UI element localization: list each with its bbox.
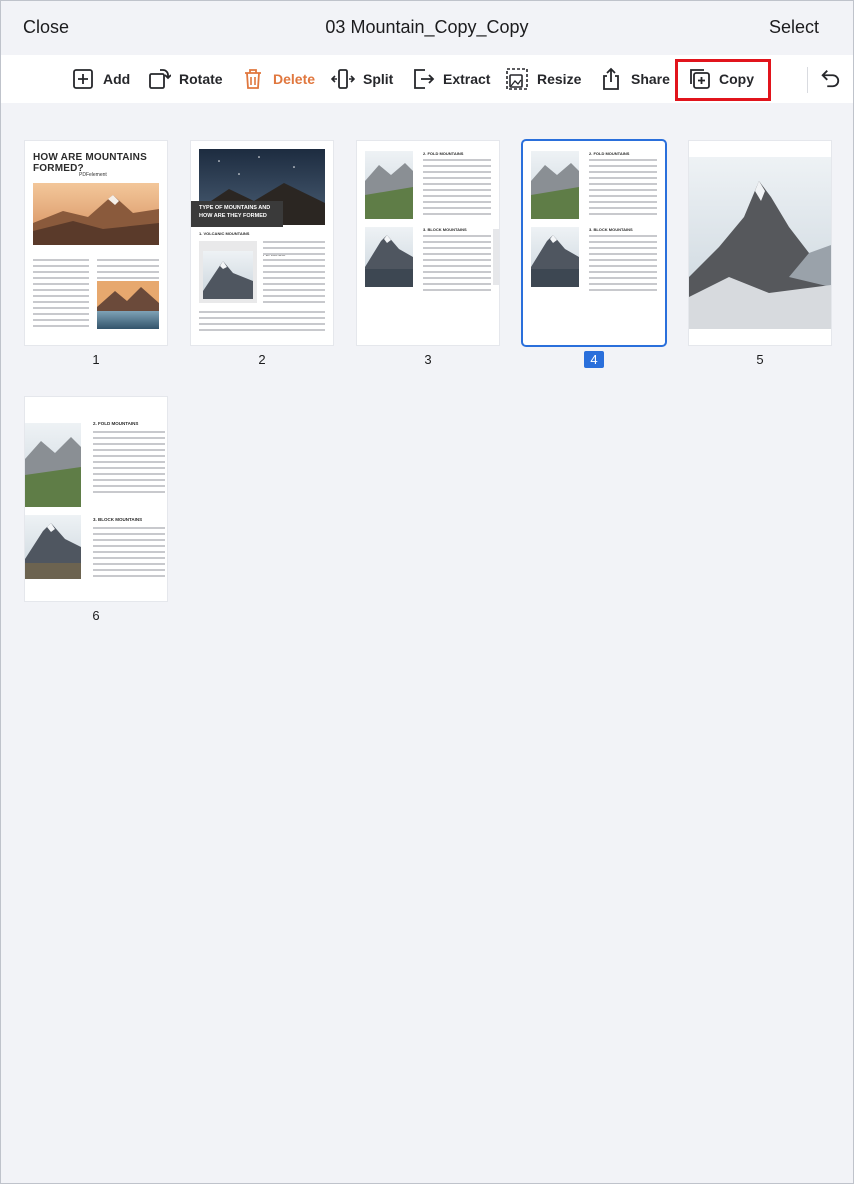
- document-title: 03 Mountain_Copy_Copy: [325, 17, 529, 37]
- page-6-section-2: 3. BLOCK MOUNTAINS: [93, 517, 143, 522]
- trash-icon: [245, 69, 261, 89]
- share-label: Share: [631, 71, 670, 87]
- page-number-3: 3: [424, 352, 432, 367]
- page-1-brand: PDFelement: [79, 172, 107, 178]
- resize-label: Resize: [537, 71, 582, 87]
- page-3-scrollbar: [493, 229, 499, 285]
- extract-label: Extract: [443, 71, 491, 87]
- page-2-heading: TYPE OF MOUNTAINS AND HOW ARE THEY FORME…: [199, 205, 271, 219]
- page-3-section-1: 2. FOLD MOUNTAINS: [423, 151, 464, 156]
- rotate-button[interactable]: Rotate: [147, 65, 223, 93]
- page-3-section-2: 3. BLOCK MOUNTAINS: [423, 227, 467, 232]
- add-page-icon: [73, 69, 93, 89]
- page-thumbnail-1[interactable]: HOW ARE MOUNTAINS FORMED? PDFelement: [25, 141, 167, 345]
- page-1-lake-image: [97, 281, 159, 329]
- page-2-subheading: 1. VOLCANIC MOUNTAINS: [199, 231, 250, 236]
- page-3-block-mountain-image: [365, 227, 413, 287]
- page-6-block-mountain-image: [25, 515, 81, 579]
- title-bar: Close 03 Mountain_Copy_Copy Select: [1, 1, 853, 55]
- page-2-mountain-image: [203, 251, 253, 299]
- page-thumbnail-2[interactable]: TYPE OF MOUNTAINS AND HOW ARE THEY FORME…: [191, 141, 333, 345]
- delete-button[interactable]: Delete: [241, 65, 315, 93]
- add-label: Add: [103, 71, 131, 87]
- extract-button[interactable]: Extract: [411, 65, 490, 93]
- page-4-number-badge: 4: [584, 351, 604, 368]
- page-4-fold-mountain-image: [531, 151, 579, 219]
- page-1-mountain-image: [33, 183, 159, 245]
- rotate-icon: [149, 69, 171, 89]
- resize-button[interactable]: Resize: [505, 65, 581, 93]
- page-number-1: 1: [92, 352, 100, 367]
- page-thumbnail-6[interactable]: 2. FOLD MOUNTAINS 3. BLOCK MOUNTAINS: [25, 397, 167, 601]
- page-4-section-1: 2. FOLD MOUNTAINS: [589, 151, 630, 156]
- share-icon: [603, 67, 619, 90]
- resize-icon: [506, 68, 528, 90]
- add-button[interactable]: Add: [71, 65, 130, 93]
- copy-highlight-box: [675, 59, 771, 101]
- page-number-4: 4: [523, 351, 665, 368]
- page-6-fold-mountain-image: [25, 423, 81, 507]
- rotate-label: Rotate: [179, 71, 223, 87]
- split-button[interactable]: Split: [331, 65, 393, 93]
- page-number-6: 6: [92, 608, 100, 623]
- split-label: Split: [363, 71, 394, 87]
- split-icon: [331, 69, 355, 89]
- page-6-section-1: 2. FOLD MOUNTAINS: [93, 421, 139, 426]
- page-4-block-mountain-image: [531, 227, 579, 287]
- page-thumbnail-4[interactable]: 2. FOLD MOUNTAINS 3. BLOCK MOUNTAINS: [523, 141, 665, 345]
- page-1-heading: HOW ARE MOUNTAINS FORMED?: [33, 152, 147, 174]
- delete-label: Delete: [273, 71, 316, 87]
- share-button[interactable]: Share: [599, 65, 670, 93]
- undo-icon[interactable]: [819, 67, 841, 89]
- page-4-section-2: 3. BLOCK MOUNTAINS: [589, 227, 633, 232]
- select-button[interactable]: Select: [769, 17, 819, 38]
- page-thumbnail-3[interactable]: 2. FOLD MOUNTAINS 3. BLOCK MOUNTAINS: [357, 141, 499, 345]
- page-5-mountain-photo: [689, 157, 831, 329]
- page-number-2: 2: [258, 352, 266, 367]
- page-3-fold-mountain-image: [365, 151, 413, 219]
- extract-icon: [414, 69, 435, 89]
- page-thumbnail-5[interactable]: [689, 141, 831, 345]
- page-number-5: 5: [756, 352, 764, 367]
- toolbar-divider: [807, 67, 808, 93]
